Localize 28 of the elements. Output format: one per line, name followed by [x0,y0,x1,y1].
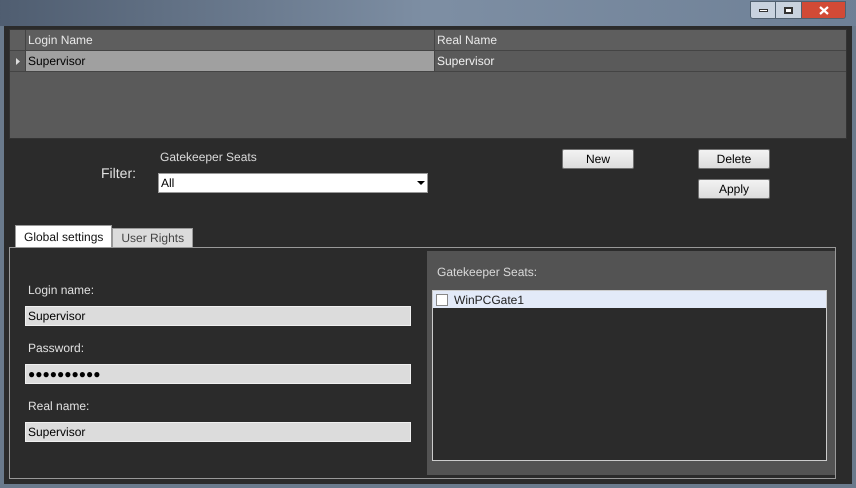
column-header[interactable]: Login Name [26,30,435,50]
push-button[interactable]: New [562,149,634,169]
row-pointer-icon [16,58,20,64]
field-label: Password: [28,340,84,356]
text-field[interactable]: Supervisor [25,422,411,442]
tab[interactable]: User Rights [112,228,194,247]
maximize-icon[interactable] [776,1,802,19]
seat-filter-dropdown[interactable]: All [158,173,428,193]
table-row[interactable]: Supervisor Supervisor [10,51,846,72]
filter-caption: Gatekeeper Seats [160,149,257,165]
checkbox[interactable] [436,294,448,306]
close-icon[interactable] [802,1,846,19]
seat-item[interactable]: WinPCGate1 [433,291,826,308]
column-header[interactable]: Real Name [435,30,846,50]
tab[interactable]: Global settings [15,225,112,247]
push-button[interactable]: Apply [698,179,770,199]
field-label: Login name: [28,282,94,298]
filter-label: Filter: [101,164,136,183]
table-cell: Supervisor [26,51,435,71]
minimize-icon[interactable] [750,1,776,19]
table-cell-text: Supervisor [436,53,496,70]
push-button[interactable]: Delete [698,149,770,169]
field-label: Real name: [28,398,90,414]
dropdown-arrow-icon [417,181,425,185]
group-title: Gatekeeper Seats: [437,264,538,280]
seat-label: WinPCGate1 [454,292,524,308]
text-field[interactable]: ●●●●●●●●●● [25,364,411,384]
text-field[interactable]: Supervisor [25,306,411,326]
